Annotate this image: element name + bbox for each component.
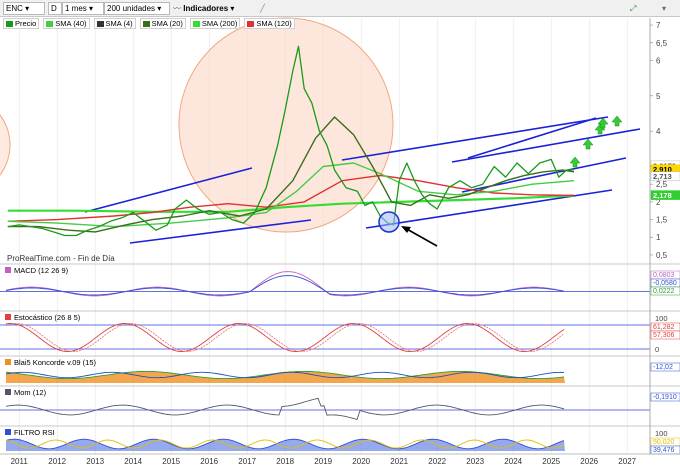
legend-label: SMA (40) — [55, 19, 87, 28]
price-tick-label: 4 — [656, 127, 661, 136]
price-tick-label: 1,5 — [656, 216, 668, 225]
year-tick-label: 2018 — [276, 457, 294, 466]
legend-swatch — [192, 20, 200, 27]
panel-readout: 39,476 — [653, 447, 675, 454]
legend-swatch — [247, 20, 255, 27]
price-tick-label: 6 — [656, 56, 661, 65]
panel-readout: 0,0222 — [653, 288, 675, 295]
price-tick-label: 1 — [656, 233, 661, 242]
price-tick-label: 6,5 — [656, 39, 668, 48]
panel-label-swatch — [5, 389, 11, 395]
draw-tool-icon[interactable]: ╱ — [260, 2, 265, 15]
price-tick-label: 0,5 — [656, 251, 668, 260]
year-tick-label: 2014 — [124, 457, 142, 466]
highlight-circle-large — [178, 17, 394, 233]
panel-label: Blai5 Koncorde v.09 (15) — [14, 358, 96, 367]
panel-label-swatch — [5, 267, 11, 273]
legend-label: SMA (200) — [201, 19, 238, 28]
panel-readout: 50,020 — [653, 439, 675, 446]
year-tick-label: 2024 — [504, 457, 522, 466]
panel-readout: -0,1910 — [653, 394, 677, 401]
panel-label-swatch — [5, 314, 11, 320]
panel-label-swatch — [5, 429, 11, 435]
legend-label: Precio — [15, 19, 37, 28]
price-label: 2,713 — [653, 172, 672, 181]
period-code-value: D — [51, 4, 57, 13]
panel-axis-label: 100 — [655, 429, 668, 438]
panel-label: FILTRO RSI — [14, 428, 55, 437]
panel-label-swatch — [5, 359, 11, 365]
chart-canvas: MACD (12 26 9) 0,0803-0,05800,0222 Estocás… — [0, 0, 680, 467]
panel-readout: -12,02 — [653, 364, 673, 371]
legend-item[interactable]: Precio — [3, 18, 40, 29]
panel-readout: 0,0803 — [653, 272, 675, 279]
year-tick-label: 2017 — [238, 457, 256, 466]
price-label: 2,178 — [653, 191, 672, 200]
panel-label: Estocástico (26 8 5) — [14, 313, 81, 322]
units-value: 200 unidades — [107, 4, 156, 13]
interval-select[interactable]: 1 mes ▾ — [62, 2, 104, 15]
legend-item[interactable]: SMA (20) — [139, 18, 186, 29]
panel-label: MACD (12 26 9) — [14, 266, 69, 275]
units-select[interactable]: 200 unidades ▾ — [104, 2, 170, 15]
bottom-marker-circle — [378, 211, 400, 233]
panel-label: Mom (12) — [14, 388, 47, 397]
year-tick-label: 2020 — [352, 457, 370, 466]
interval-value: 1 mes — [65, 4, 87, 13]
year-tick-label: 2015 — [162, 457, 180, 466]
panel-readout: 57,306 — [653, 332, 675, 339]
toolbar: ENC ▾ D 1 mes ▾ 200 unidades ▾ 〰 Indicad… — [0, 0, 680, 17]
year-tick-label: 2021 — [390, 457, 408, 466]
panel-axis-label: 100 — [655, 314, 668, 323]
year-tick-label: 2011 — [11, 457, 29, 466]
year-tick-label: 2026 — [580, 457, 598, 466]
year-tick-label: 2013 — [86, 457, 104, 466]
price-tick-label: 5 — [656, 92, 661, 101]
price-legend: Precio SMA (40) SMA (4) SMA (20) SMA (200) SM… — [3, 18, 295, 29]
legend-label: SMA (20) — [151, 19, 183, 28]
year-tick-label: 2023 — [466, 457, 484, 466]
chevron-down-icon[interactable]: ▾ — [662, 2, 666, 15]
year-tick-label: 2012 — [48, 457, 66, 466]
expand-icon[interactable]: ⤢ — [630, 2, 636, 15]
ticker-select[interactable]: ENC ▾ — [3, 2, 45, 15]
legend-swatch — [96, 20, 104, 27]
legend-item[interactable]: SMA (200) — [189, 18, 241, 29]
panel-readout: -0,0580 — [653, 280, 677, 287]
legend-item[interactable]: SMA (4) — [93, 18, 136, 29]
legend-swatch — [46, 20, 54, 27]
legend-item[interactable]: SMA (120) — [244, 18, 295, 29]
legend-swatch — [142, 20, 150, 27]
period-code-button[interactable]: D — [48, 2, 62, 15]
ticker-value: ENC — [6, 4, 23, 13]
price-tick-label: 2,5 — [656, 180, 668, 189]
watermark: ProRealTime.com - Fin de Día — [7, 254, 115, 263]
legend-label: SMA (4) — [105, 19, 133, 28]
indicators-menu[interactable]: 〰 Indicadores ▾ — [173, 2, 234, 15]
year-tick-label: 2027 — [618, 457, 636, 466]
indicators-icon: 〰 — [173, 4, 181, 13]
year-tick-label: 2019 — [314, 457, 332, 466]
year-tick-label: 2016 — [200, 457, 218, 466]
legend-swatch — [6, 20, 13, 27]
indicators-label: Indicadores — [183, 4, 229, 13]
year-tick-label: 2022 — [428, 457, 446, 466]
panel-axis-label: 0 — [655, 345, 659, 354]
year-tick-label: 2025 — [542, 457, 560, 466]
price-tick-label: 7 — [656, 21, 661, 30]
panel-readout: 61,282 — [653, 324, 675, 331]
legend-item[interactable]: SMA (40) — [43, 18, 90, 29]
legend-label: SMA (120) — [256, 19, 292, 28]
